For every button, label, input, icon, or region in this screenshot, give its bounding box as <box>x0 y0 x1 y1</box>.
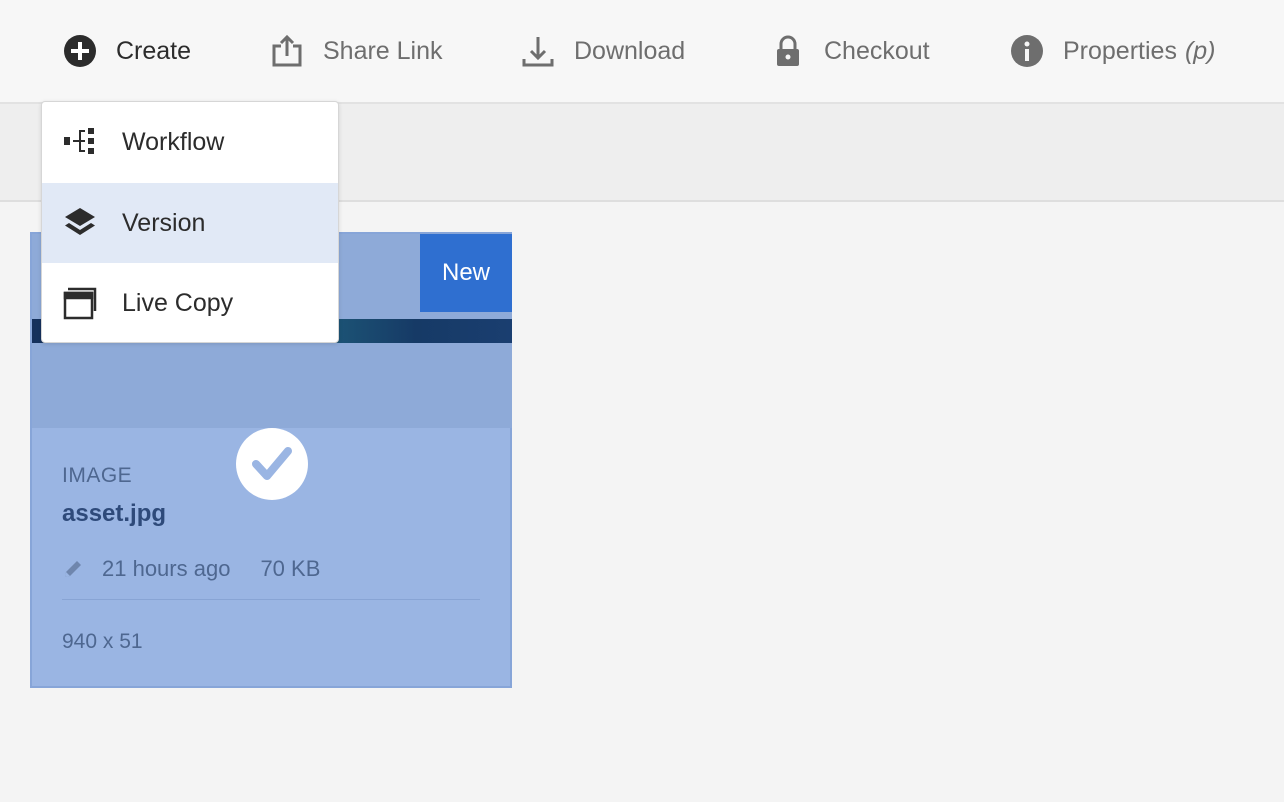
menu-item-label: Version <box>122 208 206 237</box>
asset-meta: 21 hours ago 70 KB <box>62 556 320 582</box>
asset-name[interactable]: asset.jpg <box>62 500 166 528</box>
share-link-label: Share Link <box>323 36 443 65</box>
pencil-icon <box>62 558 84 580</box>
create-menu: Workflow Version Live Copy <box>41 101 339 343</box>
share-upload-icon <box>269 33 305 69</box>
asset-type: IMAGE <box>62 464 133 487</box>
download-icon <box>520 33 556 69</box>
create-button[interactable]: Create <box>62 0 191 102</box>
menu-item-workflow[interactable]: Workflow <box>42 102 338 182</box>
new-badge: New <box>420 234 512 312</box>
download-button[interactable]: Download <box>520 0 685 102</box>
card-divider <box>62 599 480 600</box>
selected-checkmark-icon[interactable] <box>236 428 308 500</box>
checkout-label: Checkout <box>824 36 930 65</box>
modified-time: 21 hours ago <box>102 556 231 581</box>
menu-item-label: Workflow <box>122 127 225 156</box>
menu-item-label: Live Copy <box>122 288 234 317</box>
live-copy-icon <box>62 285 98 321</box>
properties-shortcut: (p) <box>1184 36 1216 65</box>
menu-item-version[interactable]: Version <box>42 183 338 263</box>
plus-circle-icon <box>62 33 98 69</box>
layers-icon <box>62 205 98 241</box>
share-link-button[interactable]: Share Link <box>269 0 443 102</box>
file-size: 70 KB <box>260 556 321 581</box>
properties-button[interactable]: Properties (p) <box>1009 0 1216 102</box>
menu-item-live-copy[interactable]: Live Copy <box>42 263 338 342</box>
download-label: Download <box>574 36 686 65</box>
image-dimensions: 940 x 51 <box>62 630 143 653</box>
action-bar: Create Share Link Download Checkout Prop… <box>0 0 1284 104</box>
create-label: Create <box>116 36 192 65</box>
lock-icon <box>770 33 806 69</box>
info-icon <box>1009 33 1045 69</box>
properties-label: Properties <box>1063 36 1177 65</box>
workflow-icon <box>62 124 98 160</box>
checkout-button[interactable]: Checkout <box>770 0 930 102</box>
